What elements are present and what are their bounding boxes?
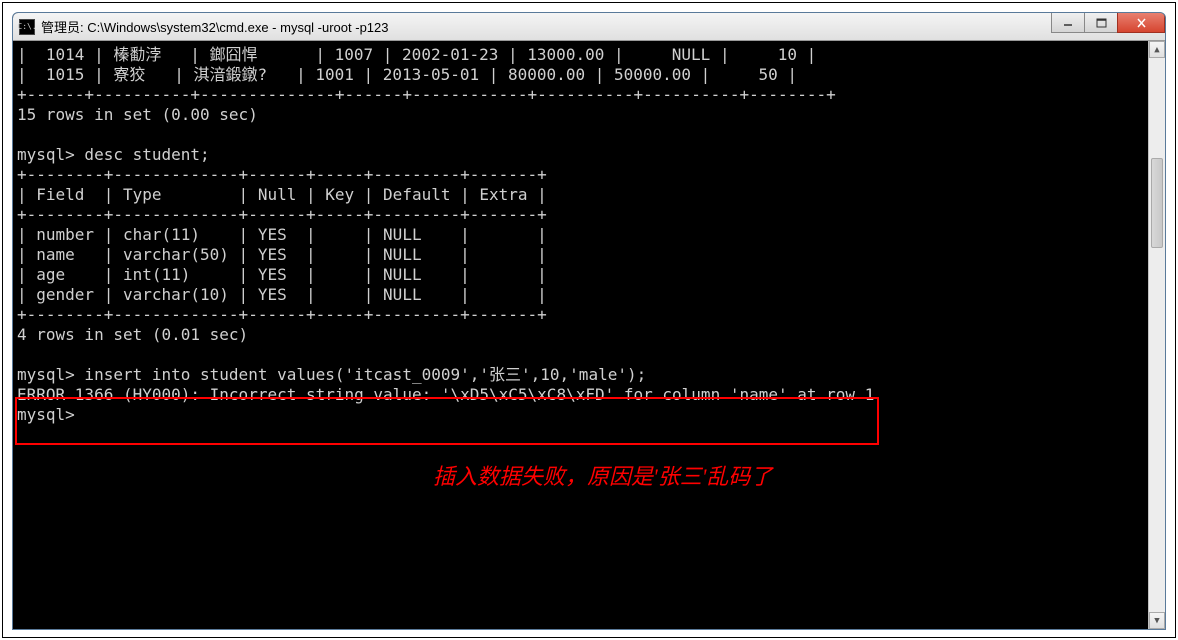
minimize-button[interactable]: [1051, 12, 1085, 33]
maximize-button[interactable]: [1084, 12, 1118, 33]
rowcount-msg: 15 rows in set (0.00 sec): [17, 105, 258, 124]
scroll-down-arrow-icon[interactable]: ▼: [1149, 612, 1165, 629]
desc-row: | age | int(11) | YES | | NULL | |: [17, 265, 547, 284]
desc-row: | name | varchar(50) | YES | | NULL | |: [17, 245, 547, 264]
vertical-scrollbar[interactable]: ▲ ▼: [1148, 41, 1165, 629]
mysql-insert-command: mysql> insert into student values('itcas…: [17, 365, 646, 384]
scroll-up-arrow-icon[interactable]: ▲: [1149, 41, 1165, 58]
close-button[interactable]: [1117, 12, 1165, 33]
mysql-prompt: mysql> desc student;: [17, 145, 210, 164]
app-icon: C:\.: [19, 19, 35, 35]
table-border: +--------+-------------+------+-----+---…: [17, 165, 547, 184]
window-controls: [1052, 12, 1165, 33]
mysql-prompt: mysql>: [17, 405, 75, 424]
annotation-text: 插入数据失败，原因是'张三'乱码了: [433, 467, 772, 487]
scroll-thumb[interactable]: [1151, 158, 1163, 248]
table-border: +------+----------+--------------+------…: [17, 85, 836, 104]
data-row: | 1014 | 榛勫浡 | 鎯囧悍 | 1007 | 2002-01-23 |…: [17, 45, 816, 64]
titlebar[interactable]: C:\. 管理员: C:\Windows\system32\cmd.exe - …: [13, 13, 1165, 41]
cmd-window: C:\. 管理员: C:\Windows\system32\cmd.exe - …: [12, 12, 1166, 630]
desc-row: | number | char(11) | YES | | NULL | |: [17, 225, 547, 244]
desc-row: | gender | varchar(10) | YES | | NULL | …: [17, 285, 547, 304]
window-title: 管理员: C:\Windows\system32\cmd.exe - mysql…: [41, 17, 389, 36]
data-row: | 1015 | 寮狡 | 淇湆鍛鐓? | 1001 | 2013-05-01 …: [17, 65, 797, 84]
table-header: | Field | Type | Null | Key | Default | …: [17, 185, 547, 204]
rowcount-msg: 4 rows in set (0.01 sec): [17, 325, 248, 344]
scroll-track[interactable]: [1149, 58, 1165, 612]
table-border: +--------+-------------+------+-----+---…: [17, 305, 547, 324]
error-message: ERROR 1366 (HY000): Incorrect string val…: [17, 385, 874, 404]
terminal-content: | 1014 | 榛勫浡 | 鎯囧悍 | 1007 | 2002-01-23 |…: [17, 45, 1161, 425]
terminal-output[interactable]: | 1014 | 榛勫浡 | 鎯囧悍 | 1007 | 2002-01-23 |…: [13, 41, 1165, 629]
table-border: +--------+-------------+------+-----+---…: [17, 205, 547, 224]
